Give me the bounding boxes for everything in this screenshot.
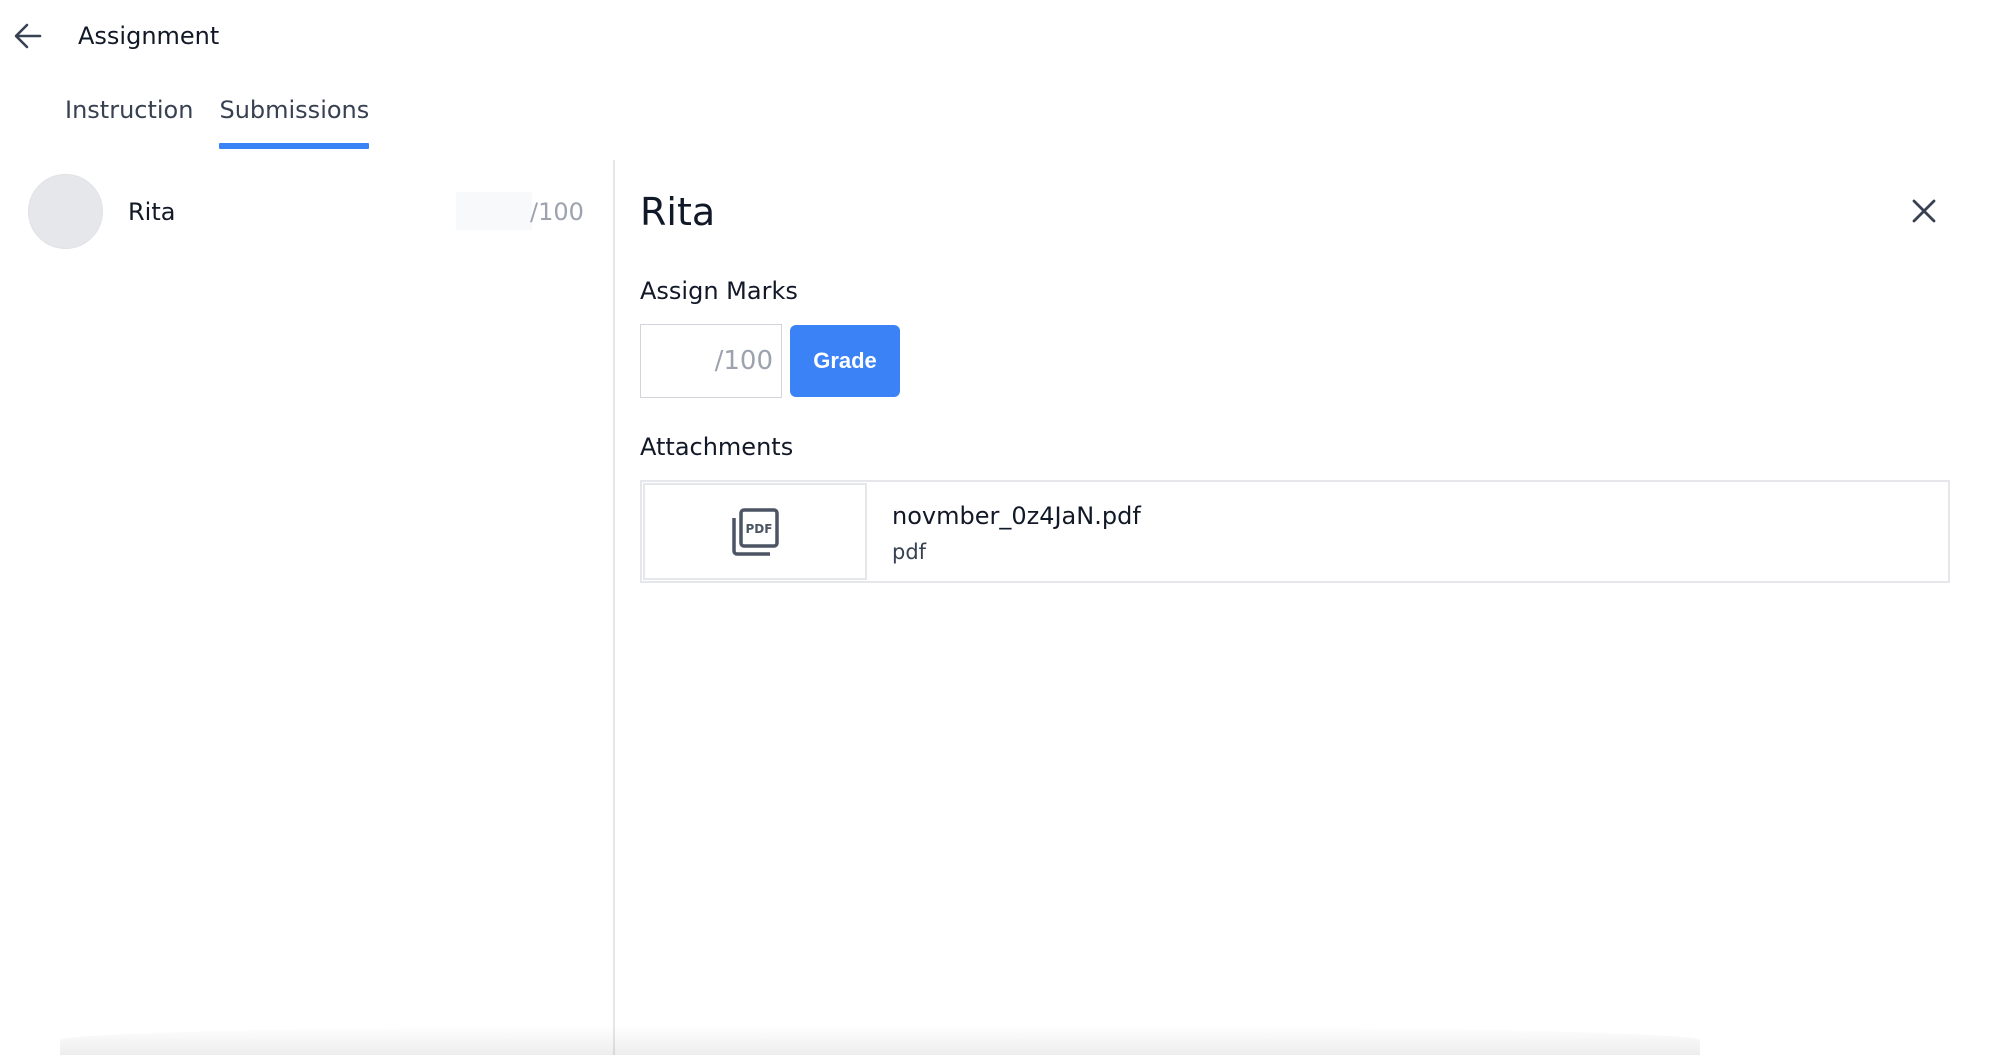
submission-row[interactable]: Rita /100 <box>0 172 612 252</box>
attachment-item[interactable]: PDF novmber_0z4JaN.pdf pdf <box>640 480 1950 583</box>
score-total: /100 <box>530 198 584 226</box>
back-button[interactable] <box>10 18 46 54</box>
attachments-label: Attachments <box>640 433 794 461</box>
attachment-thumbnail: PDF <box>643 483 867 580</box>
svg-text:PDF: PDF <box>746 522 773 536</box>
close-button[interactable] <box>1906 193 1942 229</box>
attachment-file-type: pdf <box>892 540 927 564</box>
panel-divider <box>613 160 615 1055</box>
arrow-left-icon <box>14 23 42 49</box>
bottom-shadow <box>60 1025 1700 1055</box>
assignment-page: Assignment Instruction Submissions Rita … <box>0 0 2000 1055</box>
close-icon <box>1912 199 1936 223</box>
grade-button[interactable]: Grade <box>790 325 900 397</box>
tab-bar: Instruction Submissions <box>65 92 369 149</box>
score-value <box>456 192 532 230</box>
student-name: Rita <box>128 198 176 226</box>
detail-student-name: Rita <box>640 190 716 234</box>
marks-input[interactable]: /100 <box>640 324 782 398</box>
assign-marks-label: Assign Marks <box>640 277 798 305</box>
page-title: Assignment <box>78 22 220 50</box>
attachment-file-name: novmber_0z4JaN.pdf <box>892 502 1141 530</box>
tab-submissions[interactable]: Submissions <box>219 92 369 149</box>
avatar <box>28 174 103 249</box>
pdf-file-icon: PDF <box>732 507 779 556</box>
marks-total: /100 <box>714 346 773 376</box>
tab-instruction[interactable]: Instruction <box>65 92 193 149</box>
submissions-list: Rita /100 <box>0 160 612 1055</box>
